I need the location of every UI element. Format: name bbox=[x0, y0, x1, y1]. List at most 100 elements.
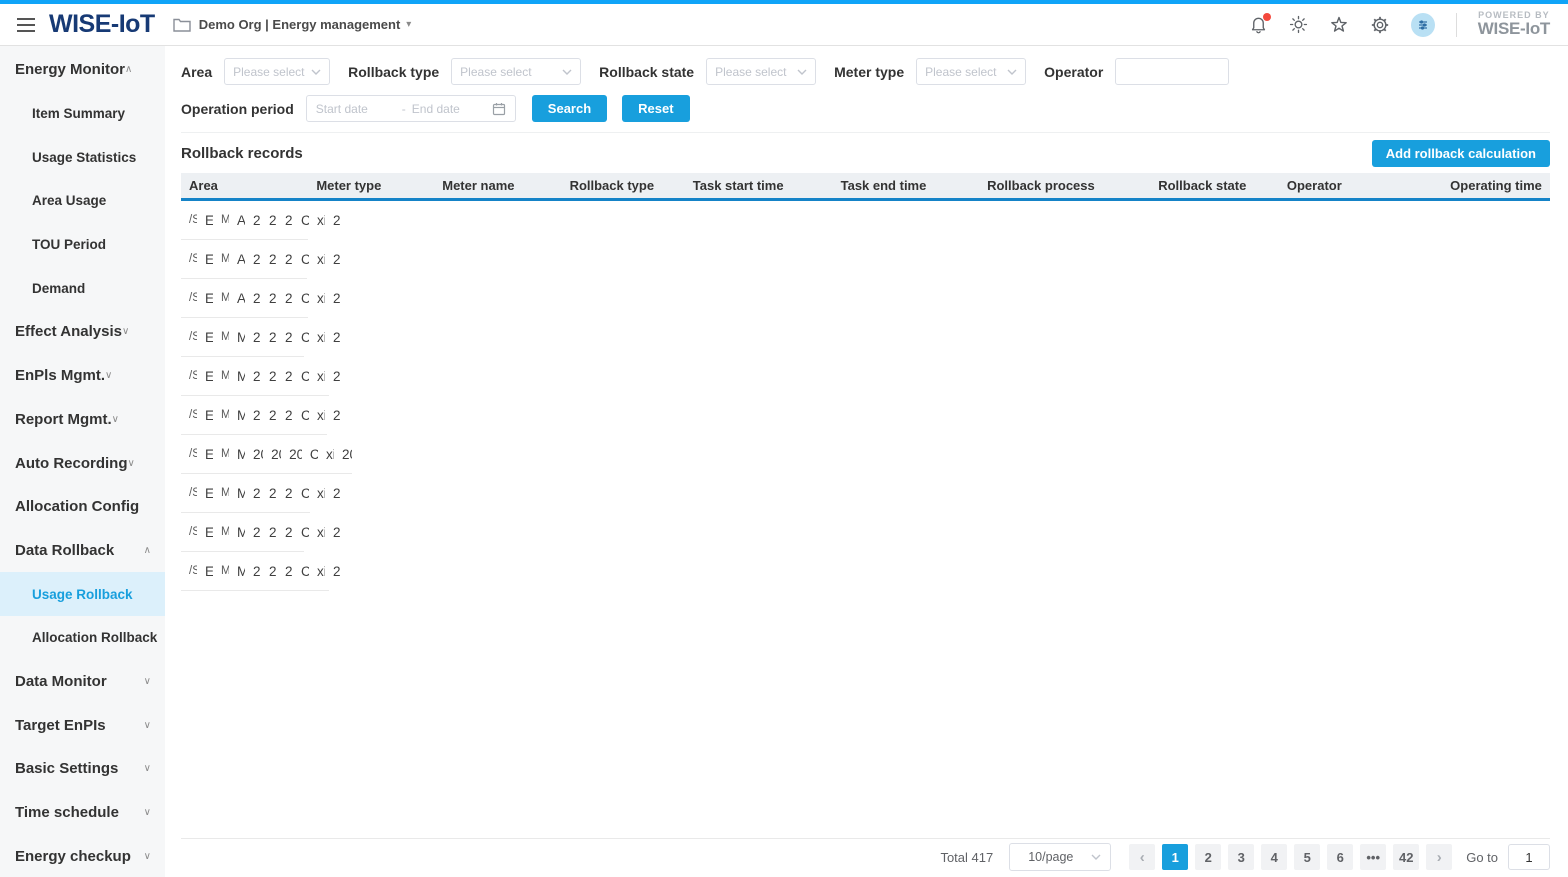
sidebar-item-label: Area Usage bbox=[32, 193, 106, 208]
sidebar-item[interactable]: Usage Statistics bbox=[0, 135, 46, 179]
page-button[interactable]: 2 bbox=[1195, 844, 1221, 870]
sidebar-item[interactable]: Energy checkup ∨ bbox=[0, 834, 165, 877]
sidebar-item[interactable]: Item Summary bbox=[0, 92, 46, 136]
cell-rollback-process: 2025/09/12 12:45:00 bbox=[277, 252, 293, 267]
sidebar-item[interactable]: Allocation Config bbox=[0, 485, 165, 529]
records-section: Rollback records Add rollback calculatio… bbox=[181, 132, 1550, 591]
chevron-icon: ∨ bbox=[144, 851, 151, 862]
cell-meter-type: Electricity bbox=[197, 291, 213, 306]
sidebar-item[interactable]: Usage Rollback bbox=[0, 572, 165, 616]
next-page-button[interactable]: › bbox=[1426, 844, 1452, 870]
search-button[interactable]: Search bbox=[532, 95, 607, 122]
table-row: /Smart Campus/Pow ... Electricity Meter1… bbox=[181, 279, 308, 318]
cell-rollback-state: Completed bbox=[293, 252, 309, 267]
sidebar: Energy Monitor ∧ Item Summary Usage Stat… bbox=[0, 46, 165, 877]
sidebar-item[interactable]: Demand bbox=[0, 266, 46, 310]
meter-type-select[interactable]: Please select bbox=[916, 58, 1026, 85]
sidebar-item-label: Allocation Config bbox=[15, 498, 139, 515]
table-row: /Smart Campus/Pow ... Electricity Meter1… bbox=[181, 552, 329, 591]
sidebar-item[interactable]: Target EnPIs ∨ bbox=[0, 703, 165, 747]
sidebar-item-label: Allocation Rollback bbox=[32, 630, 157, 645]
date-separator: - bbox=[402, 102, 406, 116]
cell-rollback-state: Completed bbox=[293, 213, 309, 228]
cell-rollback-state: Completed bbox=[302, 447, 318, 462]
cell-rollback-process: 2025/03/27 11:45:00 bbox=[277, 486, 293, 501]
page-button[interactable]: 6 bbox=[1327, 844, 1353, 870]
cell-meter-type: Electricity bbox=[197, 369, 213, 384]
cell-task-end-time: 2025/05/22 18:20:00 bbox=[261, 369, 277, 384]
operator-input[interactable] bbox=[1115, 58, 1229, 85]
sidebar-item[interactable]: Allocation Rollback bbox=[0, 616, 165, 660]
cell-area: /Smart Campus/Pow ... bbox=[181, 409, 197, 421]
page-button[interactable]: 42 bbox=[1393, 844, 1419, 870]
section-title: Rollback records bbox=[181, 145, 303, 162]
page-button[interactable]: 5 bbox=[1294, 844, 1320, 870]
cell-meter-name: Meter3 bbox=[213, 487, 229, 499]
rollback-state-label: Rollback state bbox=[599, 64, 694, 80]
goto-page-input[interactable] bbox=[1508, 844, 1550, 870]
table-row: /Smart Campus/Pow ... Electricity Meter8… bbox=[181, 357, 329, 396]
page-button[interactable]: 1 bbox=[1162, 844, 1188, 870]
notifications-bell-icon[interactable] bbox=[1249, 15, 1268, 35]
cell-operating-time: 2025/09/12 13:09:34 bbox=[325, 213, 341, 228]
page-button[interactable]: ••• bbox=[1360, 844, 1386, 870]
area-select[interactable]: Please select bbox=[224, 58, 330, 85]
org-selector[interactable]: Demo Org | Energy management bbox=[199, 17, 401, 32]
page-button[interactable]: 3 bbox=[1228, 844, 1254, 870]
cell-area: /Smart Campus/Pow ... bbox=[181, 526, 197, 538]
settings-gear-icon[interactable] bbox=[1370, 15, 1390, 35]
sidebar-item[interactable]: Data Monitor ∨ bbox=[0, 660, 165, 704]
sidebar-item[interactable]: Auto Recording ∨ bbox=[0, 441, 29, 485]
cell-operating-time: 2025/05/22 18:28:59 bbox=[325, 330, 341, 345]
menu-icon[interactable] bbox=[16, 17, 36, 33]
reset-button[interactable]: Reset bbox=[622, 95, 689, 122]
sidebar-item[interactable]: Energy Monitor ∧ bbox=[0, 48, 29, 92]
cell-meter-name: Meter6 bbox=[213, 214, 229, 226]
user-avatar[interactable] bbox=[1411, 13, 1435, 37]
column-header: Operating time bbox=[1402, 178, 1550, 193]
sidebar-item[interactable]: Data Rollback ∧ bbox=[0, 529, 165, 573]
cell-operator: xiaoyan bbox=[309, 525, 325, 540]
favorites-star-icon[interactable] bbox=[1329, 15, 1349, 35]
page-size-select[interactable]: 10/page bbox=[1009, 843, 1111, 871]
rollback-type-select[interactable]: Please select bbox=[451, 58, 581, 85]
folder-icon[interactable] bbox=[173, 17, 191, 32]
table-row: /Smart Campus/Pow ... Electricity Meter1… bbox=[181, 435, 352, 474]
page-button[interactable]: 4 bbox=[1261, 844, 1287, 870]
cell-rollback-type: Manual rollback bbox=[229, 369, 245, 384]
sidebar-item[interactable]: Report Mgmt. ∨ bbox=[0, 398, 29, 442]
chevron-icon: ∨ bbox=[105, 370, 112, 381]
filter-bar: Area Please select Rollback type Please … bbox=[181, 46, 1550, 122]
cell-task-end-time: 2025/03/27 11:53:00 bbox=[261, 525, 277, 540]
cell-meter-name: Meter1 bbox=[213, 565, 229, 577]
cell-rollback-process: 2025/05/22 18:15:00 bbox=[277, 408, 293, 423]
operation-period-input[interactable]: Start date - End date bbox=[306, 95, 516, 122]
prev-page-button[interactable]: ‹ bbox=[1129, 844, 1155, 870]
cell-rollback-type: Automatic rollb... bbox=[229, 213, 245, 228]
cell-rollback-type: Manual rollback bbox=[229, 330, 245, 345]
sidebar-item[interactable]: Area Usage bbox=[0, 179, 46, 223]
chevron-icon: ∨ bbox=[144, 676, 151, 687]
cell-area: /Smart Campus/Pow ... bbox=[181, 253, 197, 265]
chevron-icon: ∨ bbox=[144, 763, 151, 774]
sidebar-item[interactable]: EnPls Mgmt. ∨ bbox=[0, 354, 29, 398]
sidebar-item[interactable]: Time schedule ∨ bbox=[0, 791, 165, 835]
cell-operator: xiaoyan bbox=[309, 291, 325, 306]
sidebar-item[interactable]: TOU Period bbox=[0, 223, 46, 267]
add-rollback-calculation-button[interactable]: Add rollback calculation bbox=[1372, 140, 1550, 167]
goto-label: Go to bbox=[1466, 850, 1498, 865]
sidebar-item[interactable]: Basic Settings ∨ bbox=[0, 747, 165, 791]
cell-rollback-type: Manual rollback bbox=[229, 564, 245, 579]
cell-area: /Smart Campus/Pow ... bbox=[181, 331, 197, 343]
cell-task-start-time: 2025/09/11 11:15:00 bbox=[245, 252, 261, 267]
cell-area: /Smart Campus/Pow ... bbox=[181, 448, 197, 460]
column-header: Task end time bbox=[833, 178, 979, 193]
cell-rollback-process: 2025/09/12 13:00:00 bbox=[277, 213, 293, 228]
page-size-value: 10/page bbox=[1028, 850, 1073, 864]
brightness-icon[interactable] bbox=[1289, 15, 1308, 34]
rollback-state-select[interactable]: Please select bbox=[706, 58, 816, 85]
cell-meter-type: Electricity bbox=[197, 447, 213, 462]
sidebar-item[interactable]: Effect Analysis ∨ bbox=[0, 310, 29, 354]
sidebar-item-label: Usage Statistics bbox=[32, 150, 136, 165]
column-header: Rollback state bbox=[1150, 178, 1279, 193]
